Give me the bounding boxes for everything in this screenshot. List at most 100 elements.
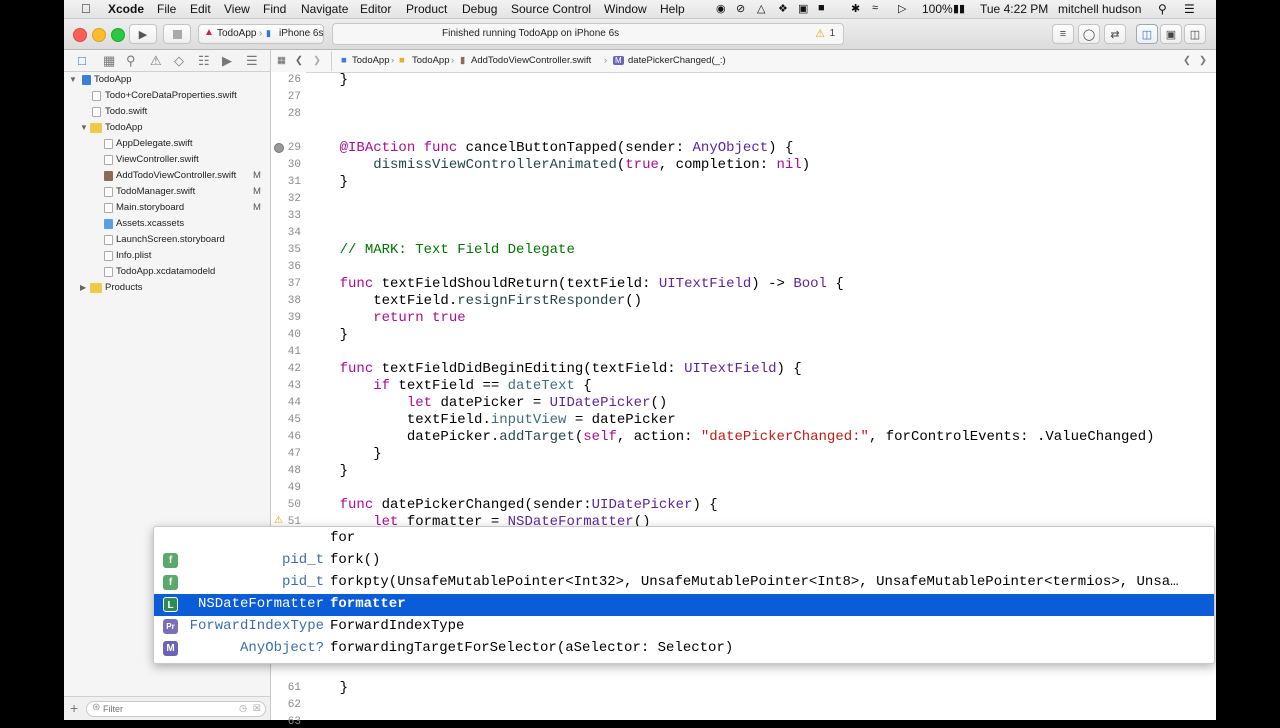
- toggle-debug-area-button[interactable]: ▣: [1160, 24, 1182, 44]
- tree-row-file[interactable]: ViewController.swift: [64, 152, 271, 168]
- menu-source-control[interactable]: Source Control: [511, 2, 591, 16]
- issue-navigator-icon[interactable]: ⚠: [150, 53, 162, 69]
- menu-clock[interactable]: Tue 4:22 PM: [980, 2, 1048, 16]
- recent-files-icon[interactable]: ◷: [239, 703, 247, 714]
- bluetooth-icon[interactable]: ✱: [851, 2, 860, 15]
- find-navigator-icon[interactable]: ⚲: [126, 53, 136, 69]
- project-navigator-icon[interactable]: □: [78, 53, 86, 68]
- scheme-selector[interactable]: ▲ TodoApp › ▮ iPhone 6s: [198, 24, 324, 44]
- tree-row-file[interactable]: LaunchScreen.storyboard: [64, 232, 271, 248]
- completion-item-selected[interactable]: L NSDateFormatter formatter: [154, 594, 1214, 616]
- box-icon[interactable]: ■: [818, 2, 825, 14]
- block-icon[interactable]: ⊘: [736, 2, 745, 15]
- breadcrumb-group[interactable]: TodoApp: [412, 55, 450, 66]
- menu-file[interactable]: File: [157, 2, 176, 16]
- report-navigator-icon[interactable]: ☰: [246, 53, 258, 69]
- window-toolbar: ▶ ▲ TodoApp › ▮ iPhone 6s Finished runni…: [64, 19, 1216, 50]
- completion-item[interactable]: for: [154, 528, 1214, 550]
- breadcrumb-project[interactable]: TodoApp: [352, 55, 390, 66]
- tree-row-file[interactable]: TodoManager.swift M: [64, 184, 271, 200]
- disclosure-open-icon[interactable]: ▼: [69, 75, 77, 84]
- back-arrow-icon[interactable]: ❮: [295, 55, 303, 66]
- app-target-icon: ▲: [204, 27, 214, 38]
- stop-button[interactable]: [163, 24, 191, 44]
- completion-text: ForwardIndexType: [330, 618, 465, 634]
- completion-item[interactable]: f pid_t fork(): [154, 550, 1214, 572]
- apple-menu-icon[interactable]: : [81, 1, 91, 16]
- tree-row-file[interactable]: AppDelegate.swift: [64, 136, 271, 152]
- volume-icon[interactable]: ▷: [898, 2, 906, 15]
- menu-xcode[interactable]: Xcode: [108, 2, 144, 16]
- toggle-utilities-button[interactable]: ◫: [1184, 24, 1206, 44]
- breadcrumb-method[interactable]: datePickerChanged(_:): [628, 55, 726, 66]
- tree-row-file[interactable]: Info.plist: [64, 248, 271, 264]
- filter-input[interactable]: [103, 703, 233, 715]
- menu-user[interactable]: mitchell hudson: [1058, 2, 1141, 16]
- notification-center-icon[interactable]: ☰: [1184, 2, 1195, 16]
- breakpoint-navigator-icon[interactable]: ▶: [222, 53, 232, 69]
- menu-navigate[interactable]: Navigate: [301, 2, 348, 16]
- warning-icon[interactable]: ⚠: [815, 27, 825, 40]
- menu-product[interactable]: Product: [406, 2, 447, 16]
- dropbox-icon[interactable]: ❖: [778, 2, 788, 15]
- forward-arrow-icon[interactable]: ❯: [313, 55, 321, 66]
- storyboard-file-icon: [104, 235, 113, 245]
- scm-filter-icon[interactable]: ☒: [253, 703, 261, 714]
- completion-return-type: pid_t: [281, 552, 324, 568]
- line-number: 41: [287, 346, 301, 358]
- symbol-navigator-icon[interactable]: ▦: [103, 53, 115, 69]
- completion-item[interactable]: Pr ForwardIndexType ForwardIndexType: [154, 616, 1214, 638]
- wifi-icon[interactable]: ≈: [872, 2, 878, 14]
- tree-row-file[interactable]: Todo.swift: [64, 104, 271, 120]
- line-number: 48: [287, 465, 301, 477]
- close-window-button[interactable]: [73, 28, 87, 42]
- spotlight-search-icon[interactable]: ⚲: [1158, 2, 1167, 16]
- line-number: 31: [287, 176, 301, 188]
- right-panel-icon: ◫: [1189, 28, 1201, 41]
- disclosure-open-icon[interactable]: ▼: [80, 123, 88, 132]
- debug-navigator-icon[interactable]: ☷: [198, 53, 210, 69]
- sync-icon[interactable]: ▣: [798, 2, 808, 15]
- tree-row-file[interactable]: Todo+CoreDataProperties.swift: [64, 88, 271, 104]
- zoom-window-button[interactable]: [111, 28, 125, 42]
- toggle-navigator-button[interactable]: ◫: [1136, 24, 1158, 44]
- next-issue-icon[interactable]: ❯: [1199, 55, 1207, 66]
- completion-item[interactable]: M AnyObject? forwardingTargetForSelector…: [154, 638, 1214, 660]
- related-items-icon[interactable]: ▦: [277, 55, 286, 66]
- add-file-icon[interactable]: +: [70, 700, 78, 716]
- completion-item[interactable]: f pid_t forkpty(UnsafeMutablePointer<Int…: [154, 572, 1214, 594]
- tree-row-project[interactable]: ▼ TodoApp: [64, 72, 271, 88]
- tree-row-group[interactable]: ▶ Products: [64, 280, 271, 296]
- breadcrumb-file[interactable]: AddTodoViewController.swift: [471, 55, 591, 66]
- folder-icon: [90, 123, 102, 133]
- battery-icon[interactable]: ▮▮: [953, 2, 965, 15]
- menu-edit[interactable]: Edit: [190, 2, 211, 16]
- record-icon[interactable]: ◉: [716, 2, 726, 15]
- menu-help[interactable]: Help: [660, 2, 685, 16]
- standard-editor-button[interactable]: ≡: [1052, 24, 1074, 44]
- tree-row-file[interactable]: AddTodoViewController.swift M: [64, 168, 271, 184]
- assistant-editor-button[interactable]: ◯: [1078, 24, 1100, 44]
- lines-icon: ≡: [1059, 28, 1067, 40]
- menu-view[interactable]: View: [224, 2, 250, 16]
- previous-issue-icon[interactable]: ❮: [1183, 55, 1191, 66]
- warning-count[interactable]: 1: [829, 28, 835, 39]
- version-editor-button[interactable]: ⇄: [1104, 24, 1126, 44]
- test-navigator-icon[interactable]: ◇: [174, 53, 184, 69]
- tree-label: Products: [105, 282, 143, 293]
- tree-row-file[interactable]: Main.storyboard M: [64, 200, 271, 216]
- code-line: let datePicker = UIDatePicker(): [406, 395, 668, 411]
- completion-return-type: NSDateFormatter: [197, 596, 324, 612]
- menu-window[interactable]: Window: [604, 2, 647, 16]
- tree-row-file[interactable]: TodoApp.xcdatamodeld: [64, 264, 271, 280]
- run-button[interactable]: ▶: [129, 24, 157, 44]
- activity-status-text: Finished running TodoApp on iPhone 6s: [442, 28, 620, 39]
- menu-debug[interactable]: Debug: [462, 2, 497, 16]
- drive-icon[interactable]: △: [757, 2, 765, 15]
- tree-row-group[interactable]: ▼ TodoApp: [64, 120, 271, 136]
- menu-find[interactable]: Find: [263, 2, 286, 16]
- disclosure-closed-icon[interactable]: ▶: [80, 283, 86, 292]
- menu-editor[interactable]: Editor: [360, 2, 391, 16]
- minimize-window-button[interactable]: [92, 28, 106, 42]
- tree-row-file[interactable]: Assets.xcassets: [64, 216, 271, 232]
